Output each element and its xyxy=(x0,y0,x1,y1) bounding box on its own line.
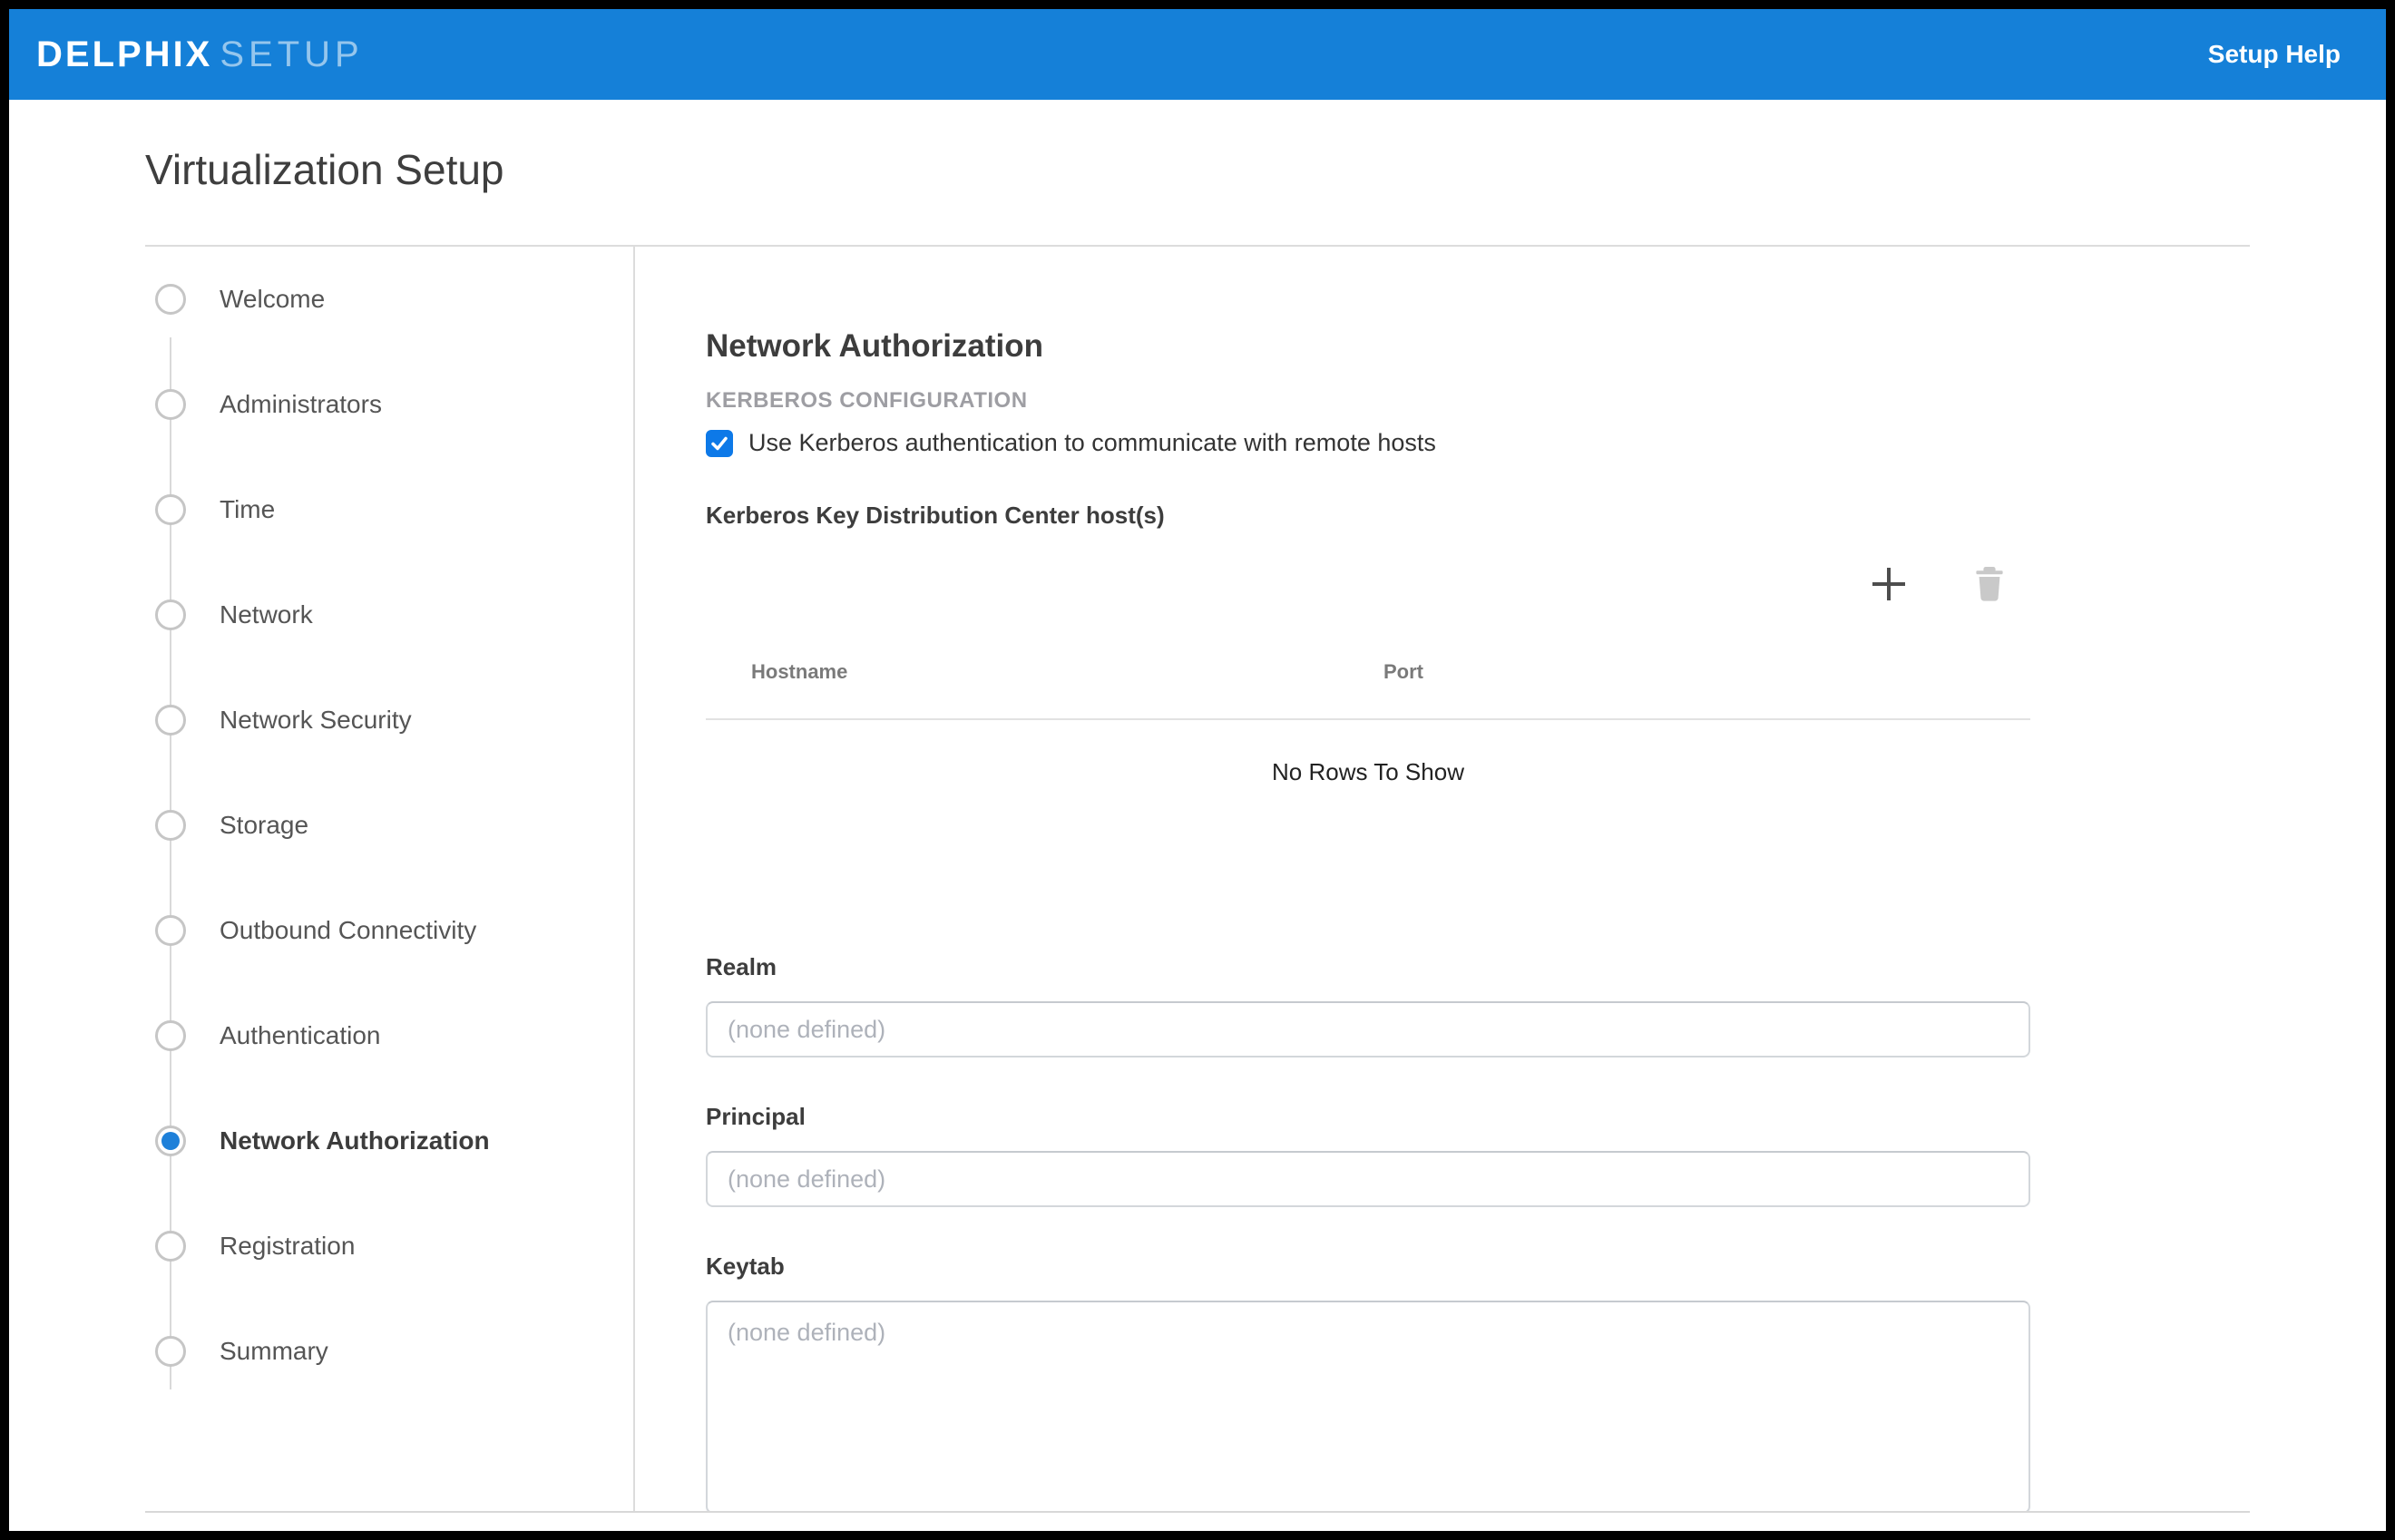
sidebar-step[interactable]: Registration xyxy=(145,1194,633,1299)
step-radio-icon xyxy=(155,915,186,946)
step-radio-icon xyxy=(155,810,186,841)
app-header: DELPHIXSETUP Setup Help xyxy=(9,9,2386,100)
kerberos-checkbox-label: Use Kerberos authentication to communica… xyxy=(748,429,1436,457)
sidebar-step[interactable]: Network xyxy=(145,562,633,668)
sidebar-step[interactable]: Time xyxy=(145,457,633,562)
setup-steps: Welcome Administrators Time Network Netw… xyxy=(145,247,635,1511)
step-radio-icon xyxy=(155,494,186,525)
sidebar-step[interactable]: Welcome xyxy=(145,247,633,352)
kdc-toolbar xyxy=(706,566,2030,602)
sidebar-step[interactable]: Authentication xyxy=(145,983,633,1088)
brand-secondary: SETUP xyxy=(220,34,363,74)
sidebar-step[interactable]: Outbound Connectivity xyxy=(145,878,633,983)
kdc-hosts-table: Hostname Port No Rows To Show xyxy=(706,602,2030,786)
kdc-hosts-label: Kerberos Key Distribution Center host(s) xyxy=(706,502,2030,530)
keytab-field-group: Keytab xyxy=(706,1252,2030,1513)
step-radio-icon xyxy=(155,1020,186,1051)
sidebar-step[interactable]: Network Security xyxy=(145,668,633,773)
plus-icon xyxy=(1872,568,1905,600)
step-radio-icon xyxy=(155,1336,186,1367)
kerberos-checkbox-row[interactable]: Use Kerberos authentication to communica… xyxy=(706,429,2030,457)
principal-field-group: Principal xyxy=(706,1103,2030,1207)
title-band: Virtualization Setup xyxy=(9,100,2386,245)
keytab-label: Keytab xyxy=(706,1252,2030,1281)
check-icon xyxy=(710,434,728,453)
page-title: Virtualization Setup xyxy=(145,145,2386,194)
sidebar-step[interactable]: Administrators xyxy=(145,352,633,457)
sidebar-step[interactable]: Storage xyxy=(145,773,633,878)
realm-field-group: Realm xyxy=(706,953,2030,1058)
kerberos-checkbox[interactable] xyxy=(706,430,733,457)
step-radio-icon xyxy=(155,705,186,736)
column-header-hostname: Hostname xyxy=(706,660,1383,684)
table-header-row: Hostname Port xyxy=(706,602,2030,720)
step-radio-icon xyxy=(155,389,186,420)
keytab-textarea[interactable] xyxy=(706,1301,2030,1513)
setup-help-link[interactable]: Setup Help xyxy=(2208,40,2341,69)
realm-input[interactable] xyxy=(706,1001,2030,1058)
step-radio-icon xyxy=(155,599,186,630)
sidebar-step[interactable]: Network Authorization xyxy=(145,1088,633,1194)
column-header-port: Port xyxy=(1383,660,1423,684)
principal-label: Principal xyxy=(706,1103,2030,1131)
kerberos-configuration-label: KERBEROS CONFIGURATION xyxy=(706,388,2030,414)
main-panel: Network Authorization KERBEROS CONFIGURA… xyxy=(635,247,2250,1511)
realm-label: Realm xyxy=(706,953,2030,981)
trash-icon xyxy=(1974,566,2005,602)
app-window: DELPHIXSETUP Setup Help Virtualization S… xyxy=(0,0,2395,1540)
step-radio-icon xyxy=(155,1126,186,1156)
brand-primary: DELPHIX xyxy=(36,34,212,74)
step-radio-icon xyxy=(155,1231,186,1262)
section-heading: Network Authorization xyxy=(706,328,2030,365)
step-radio-icon xyxy=(155,284,186,315)
add-host-button[interactable] xyxy=(1872,568,1905,600)
delphix-logo: DELPHIXSETUP xyxy=(36,34,364,75)
kerberos-fields: Realm Principal Keytab xyxy=(706,953,2030,1513)
delete-host-button[interactable] xyxy=(1974,566,2005,602)
content-area: Welcome Administrators Time Network Netw… xyxy=(145,245,2250,1513)
sidebar-step[interactable]: Summary xyxy=(145,1299,633,1404)
empty-table-message: No Rows To Show xyxy=(706,720,2030,786)
principal-input[interactable] xyxy=(706,1151,2030,1207)
